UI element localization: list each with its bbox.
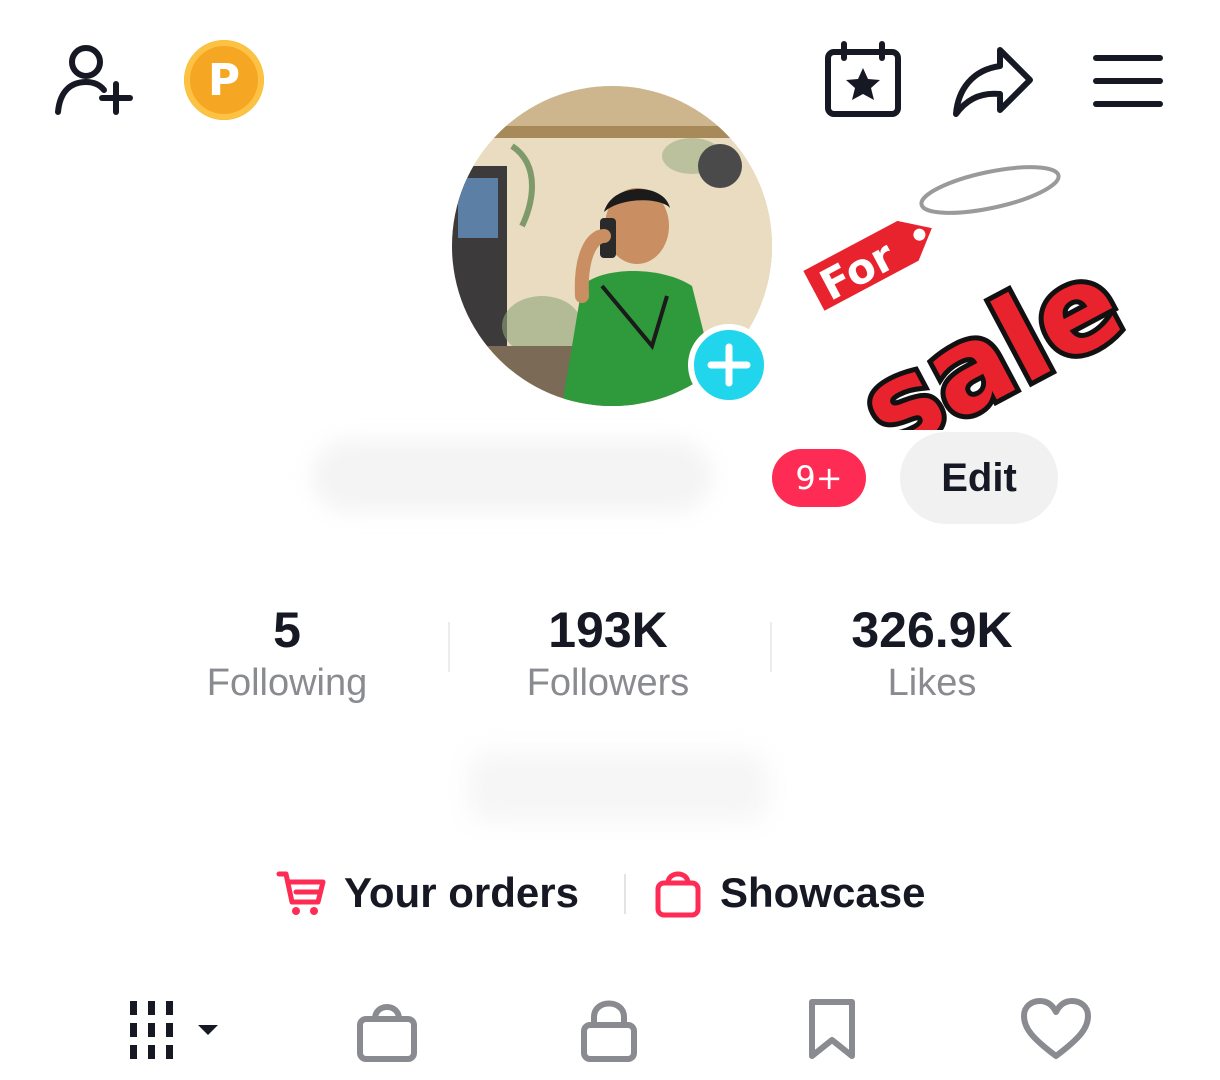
tab-liked[interactable] xyxy=(1016,990,1096,1070)
shopping-bag-icon xyxy=(655,871,701,918)
showcase-link[interactable]: Showcase xyxy=(654,862,925,924)
notification-count: 9+ xyxy=(795,459,843,497)
likes-count: 326.9K xyxy=(851,602,1013,658)
edit-label: Edit xyxy=(941,455,1017,500)
followers-count: 193K xyxy=(548,602,668,658)
likes-label: Likes xyxy=(887,662,977,704)
your-orders-label: Your orders xyxy=(344,869,579,916)
notification-badge[interactable]: 9+ xyxy=(772,449,866,507)
points-letter: P xyxy=(207,54,241,106)
showcase-label: Showcase xyxy=(720,869,926,916)
bookmark-icon xyxy=(809,999,855,1059)
add-friend-button[interactable] xyxy=(50,40,136,122)
following-label: Following xyxy=(206,662,368,704)
points-icon[interactable]: P xyxy=(184,40,264,120)
tab-videos[interactable] xyxy=(120,990,230,1070)
for-sale-sticker: For sale xyxy=(790,160,1160,485)
tab-private[interactable] xyxy=(574,990,644,1070)
followers-label: Followers xyxy=(526,662,690,704)
plus-icon xyxy=(707,343,751,387)
tab-shop[interactable] xyxy=(350,990,424,1070)
calendar-star-icon xyxy=(825,41,901,117)
stat-likes[interactable]: 326.9K Likes xyxy=(782,600,1082,706)
heart-icon xyxy=(1021,998,1091,1059)
bio-blurred xyxy=(468,752,768,822)
cart-icon xyxy=(276,871,326,915)
links-divider xyxy=(624,874,626,914)
username-blurred xyxy=(312,440,712,512)
your-orders-link[interactable]: Your orders xyxy=(276,862,579,924)
stat-following[interactable]: 5 Following xyxy=(137,600,437,706)
stat-followers[interactable]: 193K Followers xyxy=(458,600,758,706)
edit-profile-button[interactable]: Edit xyxy=(900,432,1058,524)
videos-grid-icon xyxy=(130,1001,218,1059)
stat-divider xyxy=(770,622,772,672)
add-avatar-button[interactable] xyxy=(688,324,770,406)
calendar-button[interactable] xyxy=(822,40,906,120)
stat-divider xyxy=(448,622,450,672)
menu-button[interactable] xyxy=(1090,48,1166,114)
add-friend-icon xyxy=(55,45,133,115)
menu-icon xyxy=(1093,55,1163,107)
lock-icon xyxy=(581,1000,637,1062)
tab-saved[interactable] xyxy=(800,990,864,1070)
following-count: 5 xyxy=(273,602,301,658)
shop-bag-icon xyxy=(357,1004,417,1062)
share-button[interactable] xyxy=(950,44,1036,120)
share-icon xyxy=(953,47,1033,117)
